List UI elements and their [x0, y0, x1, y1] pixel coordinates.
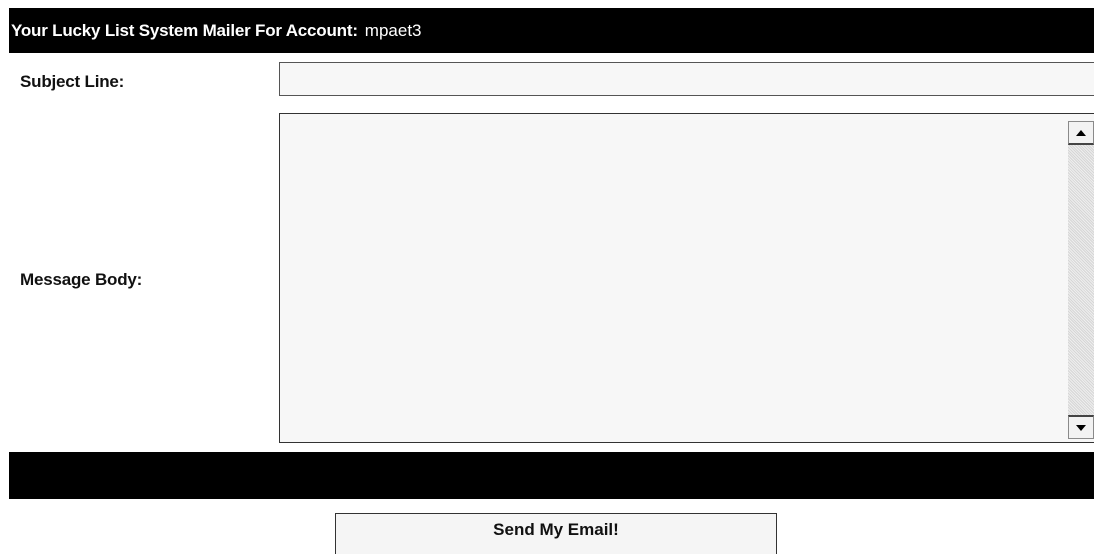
header-title: Your Lucky List System Mailer For Accoun…: [11, 20, 358, 40]
scroll-up-button[interactable]: [1068, 121, 1094, 145]
message-body-box: [279, 113, 1094, 443]
message-scrollbar[interactable]: [1068, 121, 1094, 439]
message-body-textarea[interactable]: [280, 114, 1065, 442]
header-bar: Your Lucky List System Mailer For Accoun…: [9, 8, 1094, 53]
mailer-page: Your Lucky List System Mailer For Accoun…: [0, 0, 1094, 554]
subject-input[interactable]: [279, 62, 1094, 96]
triangle-up-icon: [1076, 129, 1086, 136]
subject-label: Subject Line:: [20, 72, 125, 91]
account-name: mpaet3: [364, 20, 422, 40]
message-label: Message Body:: [20, 270, 143, 289]
triangle-down-icon: [1076, 424, 1086, 431]
send-email-button[interactable]: Send My Email!: [335, 513, 777, 554]
scroll-down-button[interactable]: [1068, 415, 1094, 439]
footer-bar: [9, 452, 1094, 499]
